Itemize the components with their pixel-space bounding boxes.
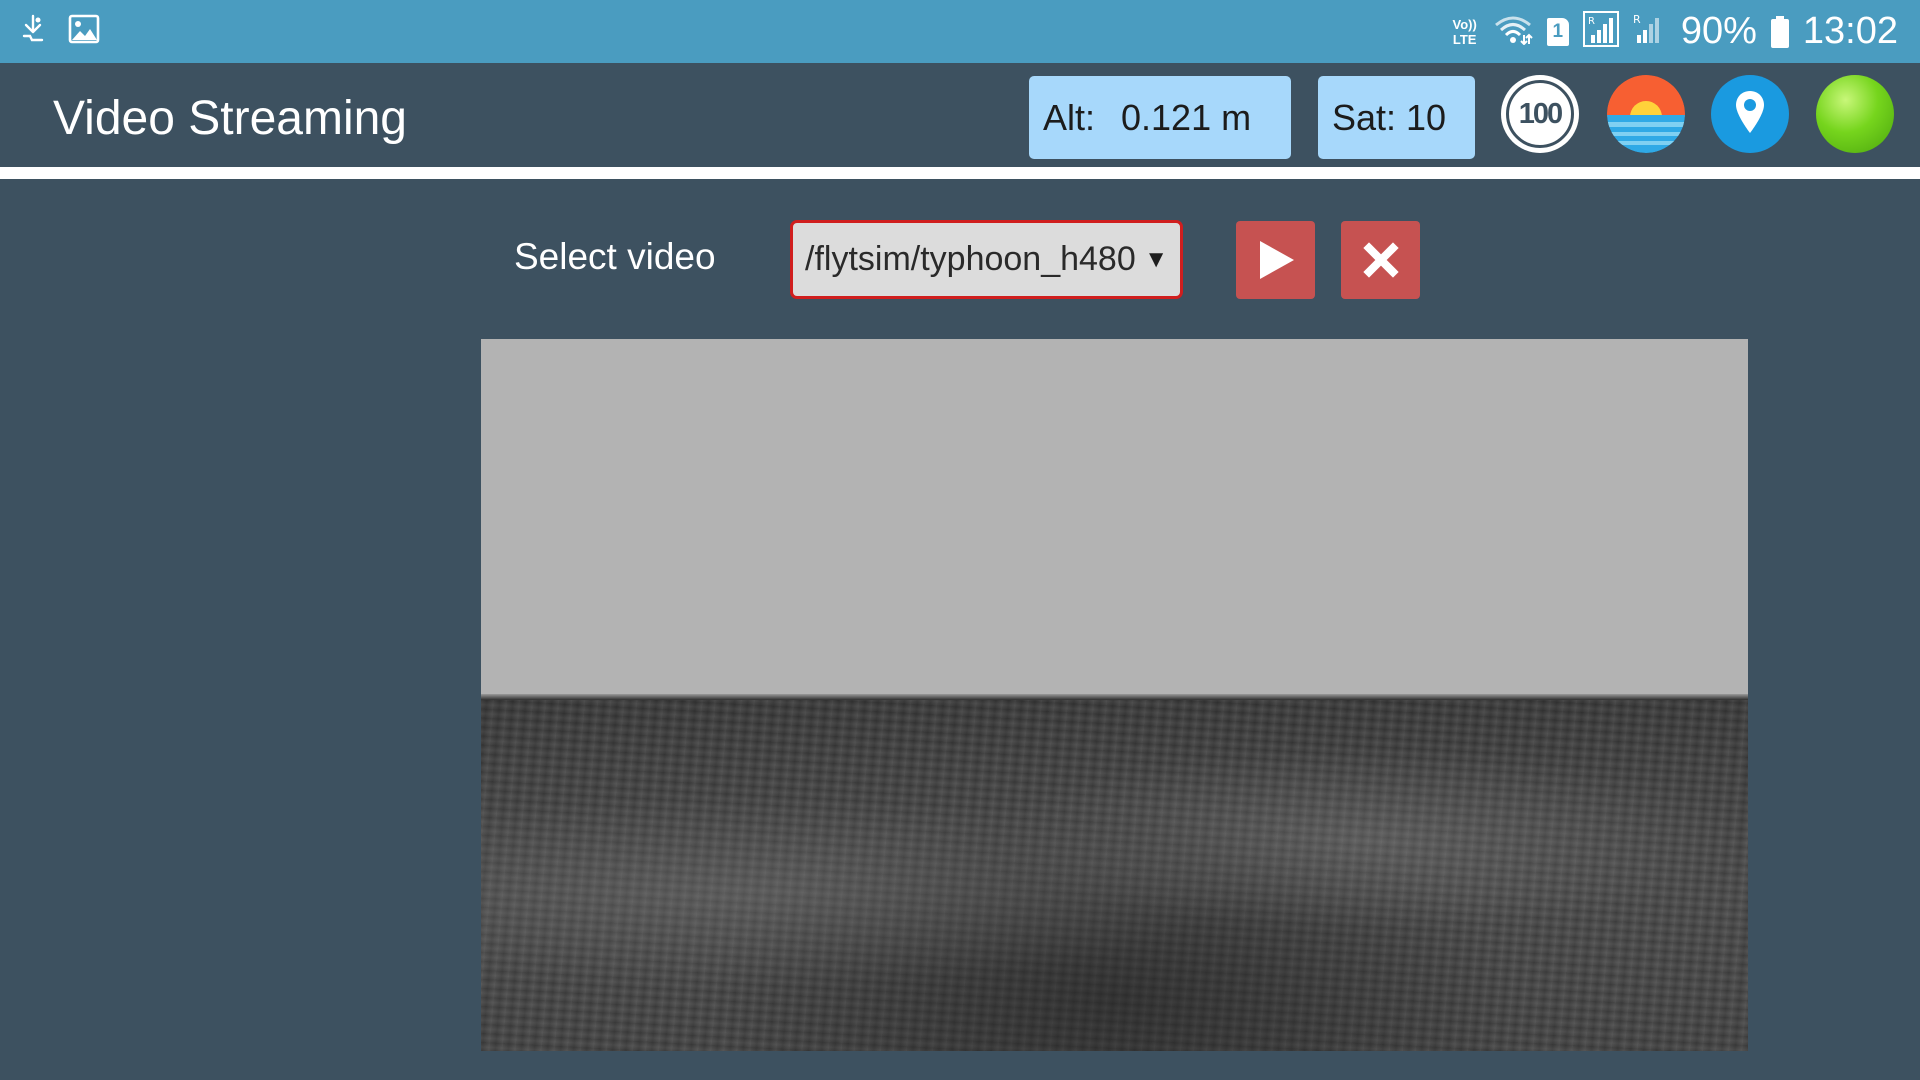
sim-signal-icon: R <box>1582 11 1619 52</box>
video-ground <box>481 698 1748 1051</box>
clock: 13:02 <box>1802 10 1898 52</box>
battery-percent: 90% <box>1680 10 1757 52</box>
dropdown-arrow-icon: ▼ <box>1144 245 1168 273</box>
page-title: Video Streaming <box>53 92 407 145</box>
select-video-label: Select video <box>514 236 716 277</box>
selected-video-value: /flytsim/typhoon_h480 <box>805 240 1136 278</box>
system-indicators: Vo)) LTE 1 R R 90% 13:02 <box>1453 0 1898 63</box>
video-sky <box>481 339 1748 698</box>
satellite-indicator: Sat: 10 <box>1318 76 1475 159</box>
header-divider <box>0 167 1920 179</box>
video-feed <box>481 339 1748 1051</box>
usb-debug-icon <box>20 14 46 49</box>
gallery-icon <box>68 14 100 49</box>
connection-status-icon <box>1816 75 1894 153</box>
altitude-indicator: Alt: 0.121 m <box>1029 76 1291 159</box>
speed-limit-icon[interactable]: 100 <box>1501 75 1579 153</box>
video-horizon-line <box>481 694 1748 700</box>
app-header: Video Streaming Alt: 0.121 m Sat: 10 100 <box>0 63 1920 167</box>
svg-text:R: R <box>1633 13 1641 26</box>
battery-icon <box>1770 15 1789 48</box>
roaming-signal-icon: R <box>1633 11 1667 52</box>
altitude-value: 0.121 m <box>1121 96 1252 138</box>
altitude-label: Alt: <box>1043 96 1096 138</box>
speed-limit-value: 100 <box>1506 80 1574 148</box>
video-select-dropdown[interactable]: /flytsim/typhoon_h480 ▼ <box>790 220 1183 299</box>
close-icon <box>1362 242 1399 278</box>
play-icon <box>1259 241 1294 279</box>
stop-button[interactable] <box>1341 221 1420 299</box>
volte-indicator: Vo)) LTE <box>1452 16 1477 47</box>
sim-slot-icon: 1 <box>1546 17 1569 46</box>
satellite-count: Sat: 10 <box>1332 96 1447 138</box>
notification-icons <box>20 14 100 49</box>
status-bar: Vo)) LTE 1 R R 90% 13:02 <box>0 0 1920 63</box>
play-button[interactable] <box>1236 221 1315 299</box>
location-pin-icon[interactable] <box>1711 75 1789 153</box>
wifi-icon <box>1493 13 1533 50</box>
svg-text:R: R <box>1588 16 1595 27</box>
horizon-icon[interactable] <box>1607 75 1685 153</box>
